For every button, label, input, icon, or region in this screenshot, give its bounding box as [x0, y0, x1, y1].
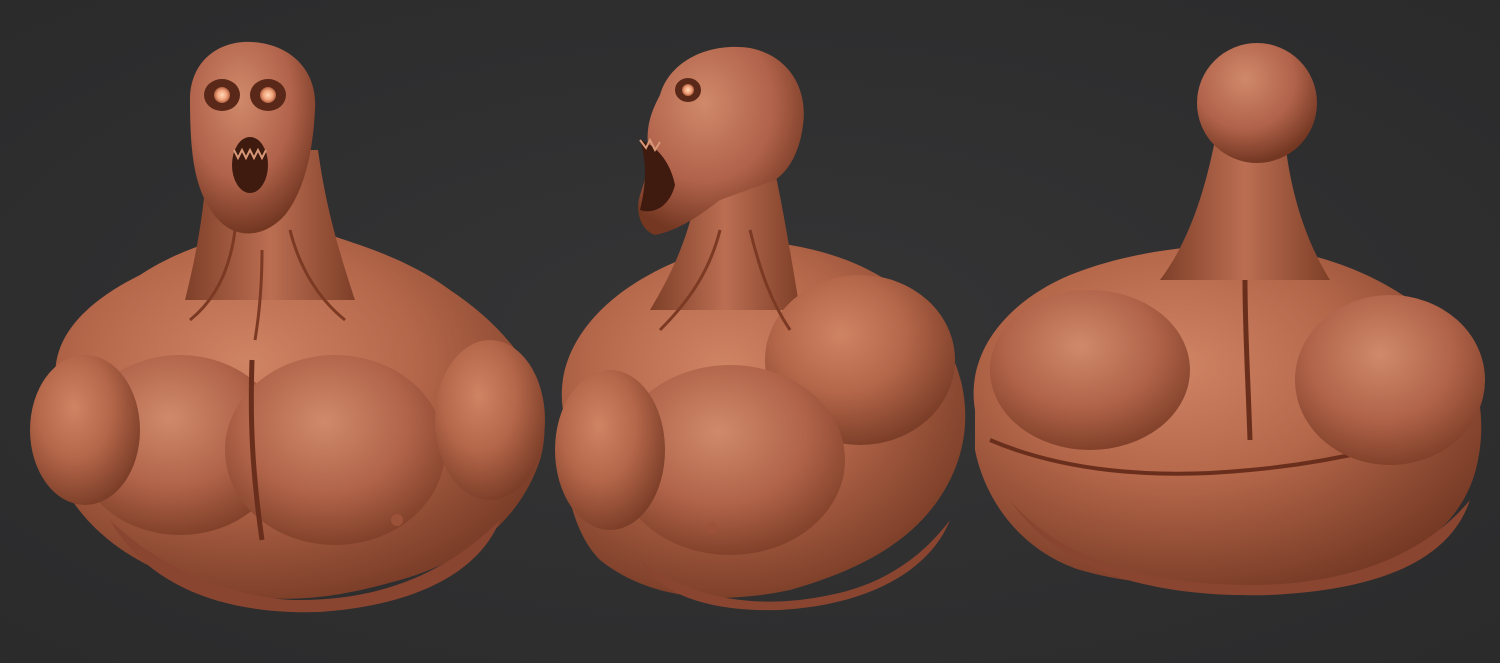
back-right-shoulder	[1295, 295, 1485, 465]
front-left-eye	[214, 87, 230, 103]
tq-eye	[682, 84, 694, 96]
front-nipple	[391, 514, 403, 526]
tq-left-shoulder	[555, 370, 665, 530]
front-right-eye	[260, 87, 276, 103]
sculpt-viewport[interactable]	[0, 0, 1500, 663]
tq-nipple	[706, 522, 718, 534]
front-right-shoulder	[435, 340, 545, 500]
front-mouth	[232, 137, 268, 193]
back-head	[1197, 43, 1317, 163]
back-left-shoulder	[990, 290, 1190, 450]
render-canvas	[0, 0, 1500, 663]
front-left-shoulder	[30, 355, 140, 505]
